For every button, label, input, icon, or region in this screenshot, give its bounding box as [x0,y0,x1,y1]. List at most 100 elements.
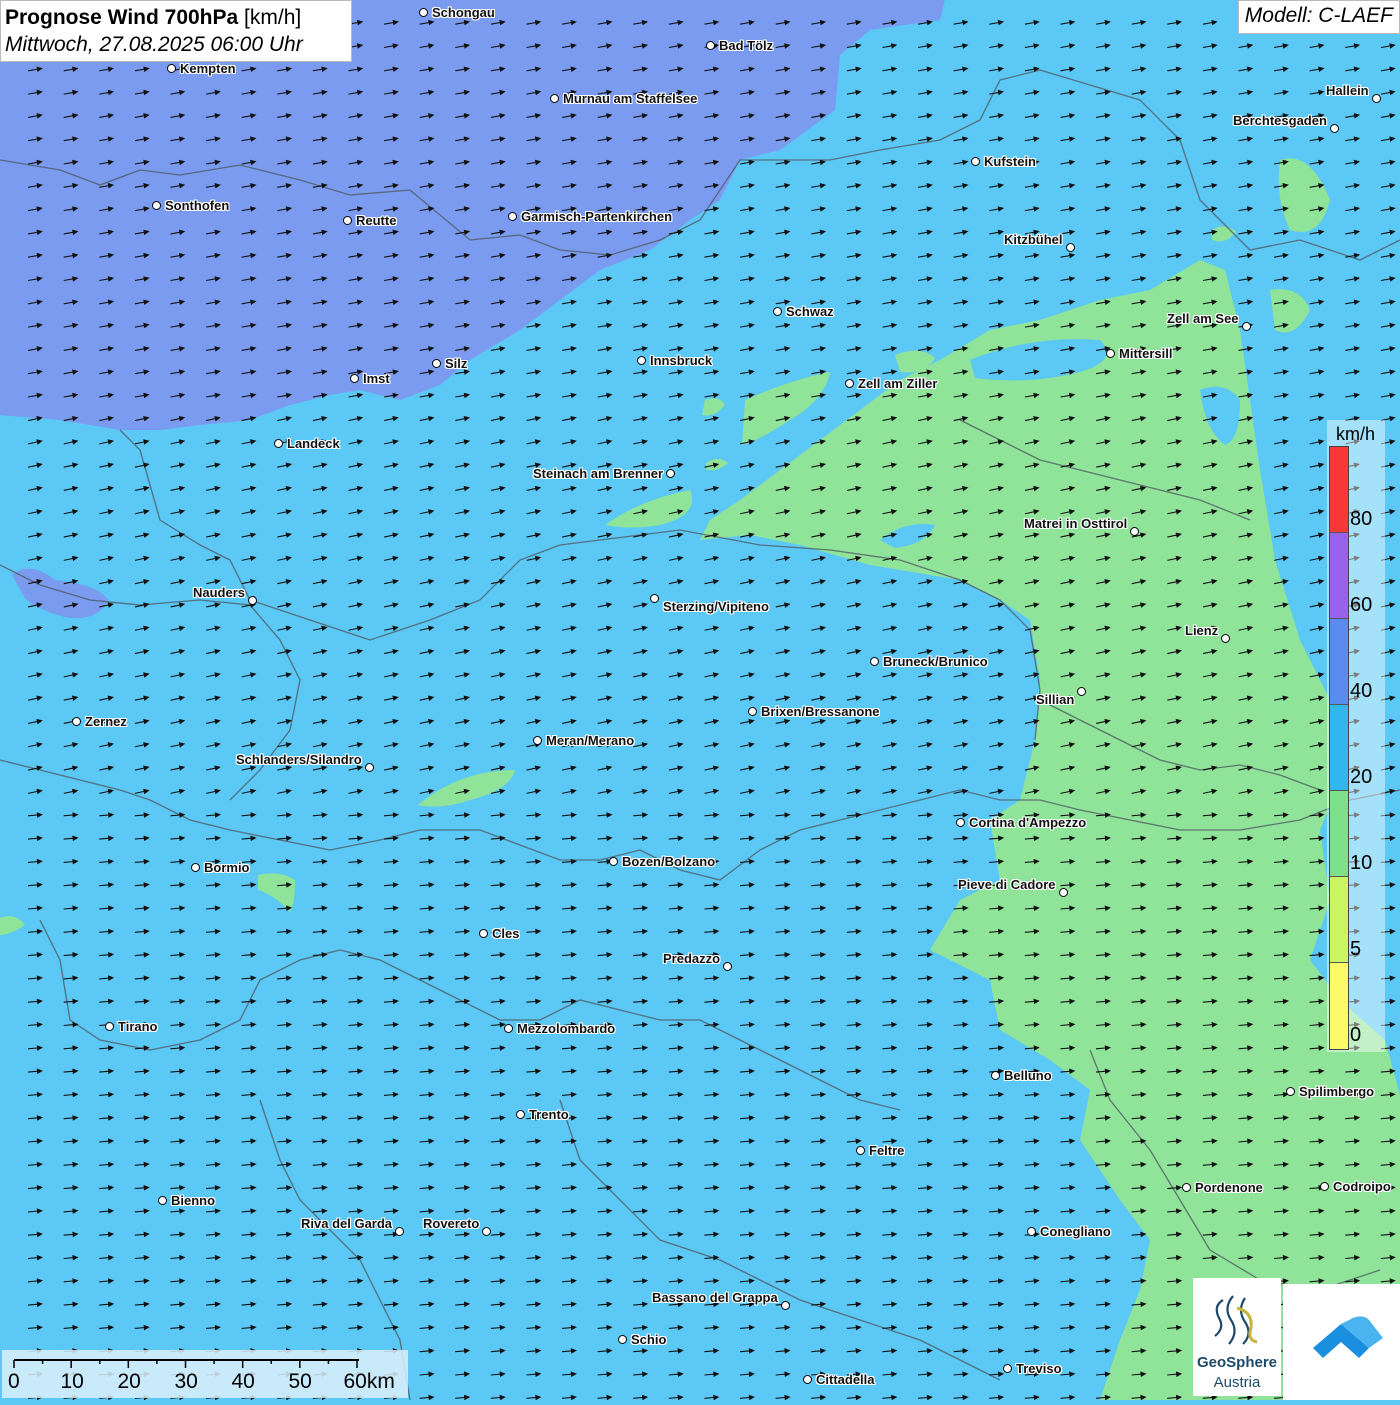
scale-label: 60km [343,1370,395,1393]
city-label: Innsbruck [650,353,713,368]
scale-label: 40 [231,1370,255,1393]
city-marker [550,94,559,103]
city-label: Tirano [118,1019,158,1034]
city-marker [971,157,980,166]
city-marker [350,374,359,383]
city-marker [856,1146,865,1155]
city-label: Brixen/Bressanone [761,704,880,719]
city-label: Lienz [1185,623,1219,638]
city-marker [504,1024,513,1033]
city-marker [479,929,488,938]
city-marker [773,307,782,316]
city-label: Steinach am Brenner [533,466,664,481]
city-label: Landeck [287,436,340,451]
city-marker [1077,687,1086,696]
city-marker [419,8,428,17]
city-label: Pordenone [1195,1180,1263,1195]
map-title: Prognose Wind 700hPa [km/h] [5,6,302,29]
city-label: Bormio [204,860,250,875]
city-marker [152,201,161,210]
city-marker [508,212,517,221]
city-label: Codroipo [1333,1179,1391,1194]
logo-name-line2: Austria [1213,1374,1261,1391]
legend-color-segment [1330,705,1348,791]
city-label: Predazzo [663,951,721,966]
color-legend: km/h 80 60 40 20 10 5 0 [1327,420,1385,1052]
city-label: Bienno [171,1193,216,1208]
city-label: Kufstein [984,154,1036,169]
legend-color-segment [1330,963,1348,1049]
city-marker [991,1071,1000,1080]
city-label: Mezzolombardo [517,1021,616,1036]
city-marker [748,707,757,716]
title-unit: [km/h] [244,6,302,29]
city-label: Sonthofen [165,198,230,213]
city-label: Bruneck/Brunico [883,654,988,669]
city-marker [395,1227,404,1236]
city-label: Sillian [1036,692,1075,707]
city-marker [1221,634,1230,643]
legend-color-segment [1330,791,1348,877]
city-marker [1003,1364,1012,1373]
legend-tick-label: 5 [1350,938,1362,960]
geosphere-emblem-icon [1214,1295,1258,1345]
forecast-datetime: Mittwoch, 27.08.2025 06:00 Uhr [5,33,303,56]
city-label: Bozen/Bolzano [622,854,716,869]
city-label: Schio [631,1332,667,1347]
city-label: Kitzbühel [1004,232,1063,247]
city-marker [274,439,283,448]
city-marker [1027,1227,1036,1236]
city-marker [1106,349,1115,358]
legend-tick-label: 20 [1350,766,1373,788]
city-label: Hallein [1326,83,1369,98]
city-marker [343,216,352,225]
title-box: Prognose Wind 700hPa [km/h] Mittwoch, 27… [0,0,352,62]
city-marker [1130,527,1139,536]
city-marker [105,1022,114,1031]
city-marker [1182,1183,1191,1192]
city-label: Murnau am Staffelsee [563,91,698,106]
city-marker [158,1196,167,1205]
city-marker [609,857,618,866]
city-label: Silz [445,356,468,371]
city-label: Trento [529,1107,569,1122]
city-label: Mittersill [1119,346,1173,361]
city-marker [1330,124,1339,133]
city-marker [191,863,200,872]
legend-color-segment [1330,447,1348,533]
city-marker [956,818,965,827]
scale-label: 10 [60,1370,84,1393]
legend-unit: km/h [1336,424,1376,444]
city-label: Schlanders/Silandro [236,752,362,767]
city-label: Sterzing/Vipiteno [663,599,769,614]
city-label: Riva del Garda [301,1216,393,1231]
city-marker [533,736,542,745]
city-label: Matrei in Osttirol [1024,516,1128,531]
city-label: Reutte [356,213,397,228]
city-marker [432,359,441,368]
city-label: Zell am Ziller [858,376,938,391]
geosphere-logo: GeoSphere Austria [1193,1278,1281,1396]
city-marker [781,1301,790,1310]
scale-bar: 0 10 20 30 40 50 60km [2,1350,408,1398]
city-label: Feltre [869,1143,905,1158]
legend-tick-label: 0 [1350,1024,1362,1046]
legend-tick-label: 80 [1350,508,1373,530]
legend-colorbar [1329,446,1349,1050]
city-label: Pieve di Cadore [958,877,1056,892]
city-marker [1066,243,1075,252]
city-label: Berchtesgaden [1233,113,1327,128]
city-marker [1320,1182,1329,1191]
legend-tick-label: 40 [1350,680,1373,702]
legend-color-segment [1330,533,1348,619]
legend-color-segment [1330,619,1348,705]
legend-tick-label: 60 [1350,594,1373,616]
city-marker [618,1335,627,1344]
city-label: Imst [363,371,390,386]
city-label: Cittadella [816,1372,875,1387]
city-marker [637,356,646,365]
city-label: Cortina d'Ampezzo [969,815,1087,830]
city-label: Nauders [193,585,246,600]
legend-tick-label: 10 [1350,852,1373,874]
city-label: Belluno [1004,1068,1052,1083]
